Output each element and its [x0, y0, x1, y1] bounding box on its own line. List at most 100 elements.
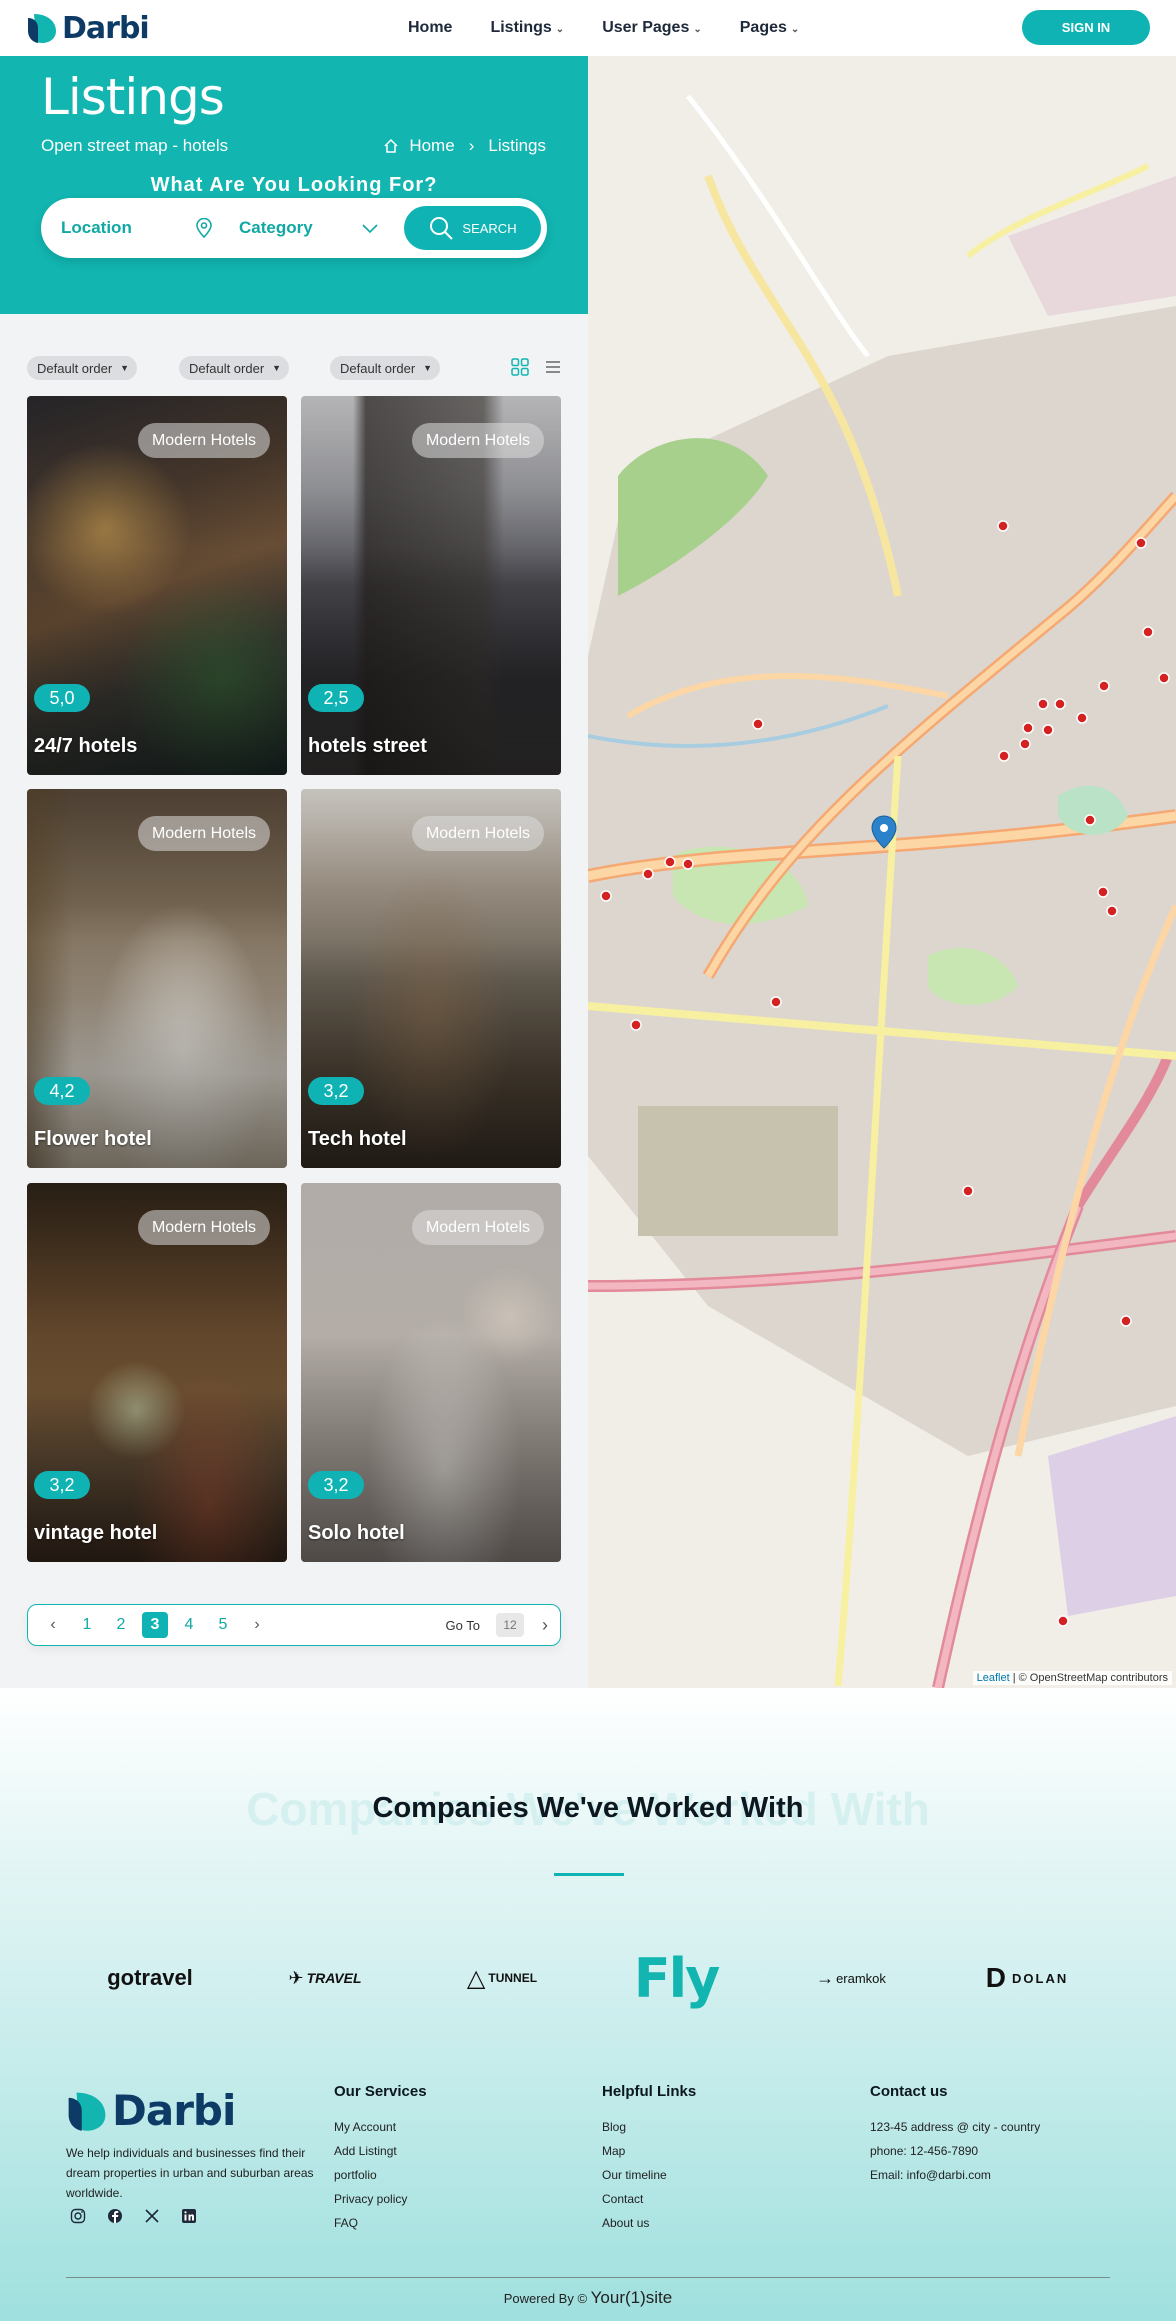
footer-link[interactable]: FAQ — [334, 2216, 427, 2240]
listing-title[interactable]: Tech hotel — [308, 1128, 407, 1151]
powered-by-brand[interactable]: Your(1)site — [591, 2288, 673, 2307]
footer-link[interactable]: Add Listingt — [334, 2144, 427, 2168]
listing-title[interactable]: 24/7 hotels — [34, 735, 137, 758]
location-field[interactable]: Location — [61, 218, 231, 238]
search-bar: Location Category SEARCH — [41, 198, 547, 258]
footer-link[interactable]: portfolio — [334, 2168, 427, 2192]
footer-divider — [66, 2277, 1110, 2278]
footer-link[interactable]: Map — [602, 2144, 696, 2168]
page-number-current[interactable]: 3 — [142, 1612, 168, 1638]
category-select[interactable]: Category — [239, 218, 379, 238]
page-number[interactable]: 4 — [176, 1612, 202, 1638]
category-badge[interactable]: Modern Hotels — [411, 816, 544, 851]
contact-phone[interactable]: phone: 12-456-7890 — [870, 2144, 1040, 2168]
category-badge[interactable]: Modern Hotels — [137, 1210, 270, 1245]
section-title: Companies We've Worked With — [372, 1792, 804, 1824]
rating-badge: 3,2 — [308, 1077, 364, 1105]
footer-link[interactable]: Contact — [602, 2192, 696, 2216]
next-page-icon[interactable]: › — [244, 1612, 270, 1638]
order-select-value: Default order — [189, 360, 265, 376]
partner-logo-text: TRAVEL — [306, 1970, 362, 1986]
chevron-right-icon: › — [468, 136, 475, 155]
footer-about: We help individuals and businesses find … — [66, 2146, 314, 2200]
listing-title[interactable]: Flower hotel — [34, 1128, 152, 1151]
partner-logo-text: DOLAN — [1012, 1970, 1069, 1986]
partner-logo-text: gotravel — [107, 1965, 193, 1990]
order-select-2[interactable]: Default order ▼ — [179, 356, 289, 380]
listing-card[interactable]: Modern Hotels 4,2 Flower hotel — [27, 789, 287, 1168]
order-select-1[interactable]: Default order ▼ — [27, 356, 137, 380]
category-badge[interactable]: Modern Hotels — [137, 816, 270, 851]
footer-link[interactable]: Our timeline — [602, 2168, 696, 2192]
search-button-label: SEARCH — [462, 220, 517, 236]
partner-logo-eramkok: → eramkok — [807, 1948, 895, 2008]
footer-link[interactable]: About us — [602, 2216, 696, 2240]
contact-email[interactable]: Email: info@darbi.com — [870, 2168, 1040, 2192]
sign-in-button[interactable]: SIGN IN — [1022, 10, 1150, 45]
order-select-3[interactable]: Default order ▼ — [330, 356, 440, 380]
listing-title[interactable]: vintage hotel — [34, 1522, 157, 1545]
order-select-value: Default order — [340, 360, 416, 376]
page-number[interactable]: 5 — [210, 1612, 236, 1638]
category-label: Category — [239, 218, 313, 237]
partner-logo-gotravel: gotravel — [105, 1948, 195, 2008]
osm-map[interactable]: Leaflet | © OpenStreetMap contributors — [588, 56, 1176, 1688]
footer-contact-title: Contact us — [870, 2083, 948, 2100]
rating-badge: 3,2 — [34, 1471, 90, 1499]
search-button[interactable]: SEARCH — [404, 206, 541, 250]
category-badge[interactable]: Modern Hotels — [411, 1210, 544, 1245]
listing-card[interactable]: Modern Hotels 3,2 vintage hotel — [27, 1183, 287, 1562]
nav-listings[interactable]: Listings ⌄ — [490, 19, 564, 37]
footer-section: Companies We've Worked With Companies We… — [0, 1688, 1176, 2321]
footer-link[interactable]: Blog — [602, 2120, 696, 2144]
arrow-icon: → — [816, 1967, 835, 1988]
prev-page-icon[interactable]: ‹ — [40, 1612, 66, 1638]
category-badge[interactable]: Modern Hotels — [137, 423, 270, 458]
leaflet-link[interactable]: Leaflet — [977, 1672, 1010, 1684]
footer-links-title: Helpful Links — [602, 2083, 697, 2100]
filter-bar: Default order ▼ Default order ▼ Default or… — [27, 356, 561, 382]
goto-next-icon[interactable]: › — [542, 1615, 548, 1636]
listing-card[interactable]: Modern Hotels 2,5 hotels street — [301, 396, 561, 775]
view-toggle — [511, 358, 561, 376]
map-pin-icon — [196, 218, 212, 238]
partner-logo-text: Fly — [633, 1946, 721, 2010]
category-badge[interactable]: Modern Hotels — [411, 423, 544, 458]
listing-card[interactable]: Modern Hotels 5,0 24/7 hotels — [27, 396, 287, 775]
instagram-icon[interactable] — [70, 2208, 86, 2224]
logo-icon — [28, 14, 56, 43]
listing-title[interactable]: hotels street — [308, 735, 427, 758]
linkedin-icon[interactable] — [181, 2208, 197, 2224]
goto-page-input[interactable] — [496, 1613, 524, 1637]
footer-link[interactable]: My Account — [334, 2120, 427, 2144]
page-number[interactable]: 2 — [108, 1612, 134, 1638]
rating-badge: 5,0 — [34, 684, 90, 712]
footer-link[interactable]: Privacy policy — [334, 2192, 427, 2216]
list-view-icon[interactable] — [545, 358, 561, 376]
listing-title[interactable]: Solo hotel — [308, 1522, 405, 1545]
search-prompt: What Are You Looking For? — [150, 174, 438, 196]
rating-badge: 2,5 — [308, 684, 364, 712]
location-label: Location — [61, 218, 132, 237]
nav-pages[interactable]: Pages ⌄ — [740, 19, 800, 37]
section-divider — [554, 1873, 624, 1876]
facebook-icon[interactable] — [107, 2208, 123, 2224]
grid-view-icon[interactable] — [511, 358, 529, 376]
listing-card[interactable]: Modern Hotels 3,2 Tech hotel — [301, 789, 561, 1168]
listing-card[interactable]: Modern Hotels 3,2 Solo hotel — [301, 1183, 561, 1562]
x-twitter-icon[interactable] — [144, 2208, 160, 2224]
pagination: ‹ 1 2 3 4 5 › Go To › — [27, 1604, 561, 1646]
powered-by: Powered By © Your(1)site — [0, 2288, 1176, 2308]
footer-services: Our Services My Account Add Listingt por… — [334, 2083, 427, 2240]
page-number[interactable]: 1 — [74, 1612, 100, 1638]
footer-logo[interactable]: Darbi — [66, 2086, 236, 2135]
breadcrumb-listings[interactable]: Listings — [488, 136, 546, 156]
chevron-down-icon — [362, 224, 378, 234]
logo-icon — [68, 2092, 106, 2131]
nav-user-pages[interactable]: User Pages ⌄ — [602, 19, 702, 37]
breadcrumb-home[interactable]: Home — [409, 136, 454, 156]
site-logo[interactable]: Darbi — [26, 11, 150, 46]
nav-home[interactable]: Home — [408, 19, 452, 37]
chevron-down-icon: ▼ — [272, 363, 281, 373]
partner-logos: gotravel ✈ TRAVEL △ TUNNEL Fly → eramkok… — [0, 1946, 1176, 2010]
